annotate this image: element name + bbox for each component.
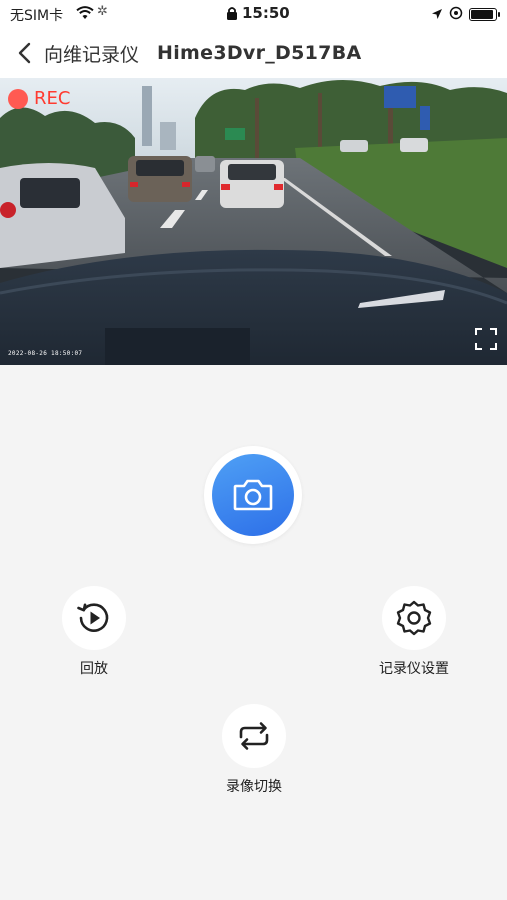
battery-level [471, 10, 493, 19]
carrier-label: 无SIM卡 [10, 8, 64, 24]
alarm-icon [449, 5, 463, 24]
back-button[interactable] [6, 28, 42, 78]
rec-indicator: REC [8, 88, 70, 109]
page-title: 向维记录仪 [44, 43, 140, 66]
osd-timestamp: 2022-08-26 18:50:07 [8, 350, 83, 357]
capture-photo-button[interactable] [212, 454, 294, 536]
fullscreen-button[interactable] [473, 326, 499, 352]
dashcam-scene [0, 78, 507, 365]
settings-icon-circle [382, 586, 446, 650]
camera-icon [233, 479, 273, 511]
status-bar: 无SIM卡 ✲ 15:50 [0, 0, 507, 28]
fullscreen-icon [475, 328, 497, 350]
wifi-icon [76, 5, 94, 24]
status-time: 15:50 [242, 4, 290, 22]
orientation-lock-icon [226, 6, 238, 25]
switch-icon-circle [222, 704, 286, 768]
repeat-icon [239, 722, 269, 750]
playback-label: 回放 [80, 661, 108, 677]
location-arrow-icon [431, 5, 443, 24]
recording-switch-label: 录像切换 [226, 779, 282, 795]
playback-button[interactable]: 回放 [34, 586, 154, 678]
chevron-left-icon [18, 42, 31, 64]
recording-dot-icon [8, 88, 28, 109]
activity-spinner-icon: ✲ [97, 4, 108, 19]
recorder-settings-label: 记录仪设置 [379, 661, 449, 677]
battery-icon [469, 8, 500, 21]
device-name: Hime3Dvr_D517BA [157, 42, 362, 64]
live-video-view[interactable]: REC 2022-08-26 18:50:07 [0, 78, 507, 365]
rec-label: REC [34, 88, 71, 109]
playback-icon [77, 603, 109, 632]
status-right-group [431, 5, 500, 24]
nav-bar: 向维记录仪 Hime3Dvr_D517BA [0, 28, 507, 78]
recorder-settings-button[interactable]: 记录仪设置 [354, 586, 474, 678]
gear-icon [396, 600, 432, 636]
playback-icon-circle [62, 586, 126, 650]
recording-switch-button[interactable]: 录像切换 [194, 704, 314, 796]
